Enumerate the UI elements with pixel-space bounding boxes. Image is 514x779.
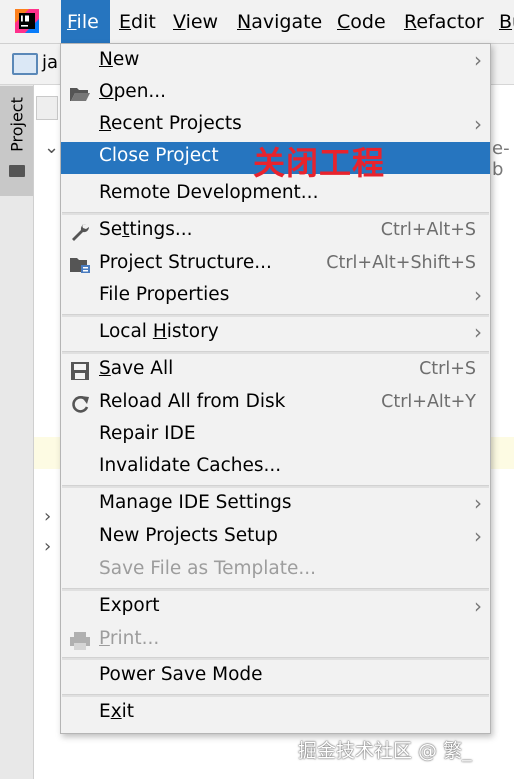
menu-item-print: Print... [61,625,490,657]
menu-item-new[interactable]: New › [61,46,490,78]
menu-separator [62,694,489,697]
menu-refactor[interactable]: Refactor [404,0,484,43]
window-icon[interactable] [12,53,38,75]
submenu-arrow-icon: › [474,48,482,72]
menu-item-power-save-mode[interactable]: Power Save Mode [61,661,490,693]
tree-chevron-right-icon[interactable]: › [44,506,51,527]
watermark: 掘金技术社区 @ 繁_ [298,740,472,762]
save-all-shortcut: Ctrl+S [419,359,476,379]
tree-chevron-down-icon[interactable]: ⌄ [44,137,59,158]
folder-icon [9,165,25,177]
submenu-arrow-icon: › [474,320,482,344]
menu-item-manage-ide-settings[interactable]: Manage IDE Settings › [61,489,490,521]
panel-tool-button[interactable] [36,96,58,120]
menu-item-invalidate-caches[interactable]: Invalidate Caches... [61,452,490,484]
tree-chevron-right-icon[interactable]: › [44,536,51,557]
menu-item-project-structure[interactable]: Project Structure... Ctrl+Alt+Shift+S [61,249,490,281]
menu-build[interactable]: Bu [499,0,514,43]
menu-view[interactable]: View [173,0,218,43]
menu-separator [62,657,489,660]
printer-icon [70,632,90,650]
menu-separator [62,485,489,488]
menu-item-save-all[interactable]: Save All Ctrl+S [61,355,490,387]
menu-edit[interactable]: Edit [119,0,156,43]
file-tab-label[interactable]: ja [42,52,58,73]
project-structure-icon [70,258,90,273]
menu-file[interactable]: File [61,0,110,43]
menu-item-exit[interactable]: Exit [61,698,490,730]
menu-separator [62,351,489,354]
open-folder-icon [70,88,90,101]
menu-separator [62,314,489,317]
menu-navigate[interactable]: Navigate [237,0,322,43]
panel-text-fragment: e-b [492,138,510,180]
submenu-arrow-icon: › [474,594,482,618]
menu-item-open[interactable]: Open... [61,78,490,110]
project-tab-label: Project [7,97,27,152]
reload-icon [72,396,89,413]
menu-item-local-history[interactable]: Local History › [61,318,490,350]
submenu-arrow-icon: › [474,524,482,548]
menu-code[interactable]: Code [337,0,386,43]
submenu-arrow-icon: › [474,491,482,515]
menu-bar: File Edit View Navigate Code Refactor Bu [0,0,514,44]
wrench-icon [72,223,90,241]
submenu-arrow-icon: › [474,283,482,307]
project-structure-shortcut: Ctrl+Alt+Shift+S [326,253,476,273]
menu-item-new-projects-setup[interactable]: New Projects Setup › [61,522,490,554]
menu-item-reload-all[interactable]: Reload All from Disk Ctrl+Alt+Y [61,388,490,420]
submenu-arrow-icon: › [474,112,482,136]
reload-all-shortcut: Ctrl+Alt+Y [381,392,476,412]
menu-item-repair-ide[interactable]: Repair IDE [61,420,490,452]
menu-item-export[interactable]: Export › [61,592,490,624]
red-annotation-text: 关闭工程 [253,144,386,182]
save-icon [71,362,89,380]
menu-separator [62,212,489,215]
intellij-logo-icon[interactable] [15,9,39,33]
menu-item-file-properties[interactable]: File Properties › [61,281,490,313]
menu-item-save-file-as-template: Save File as Template... [99,558,317,579]
settings-shortcut: Ctrl+Alt+S [380,220,476,240]
menu-item-settings[interactable]: Settings... Ctrl+Alt+S [61,216,490,248]
menu-separator [62,588,489,591]
